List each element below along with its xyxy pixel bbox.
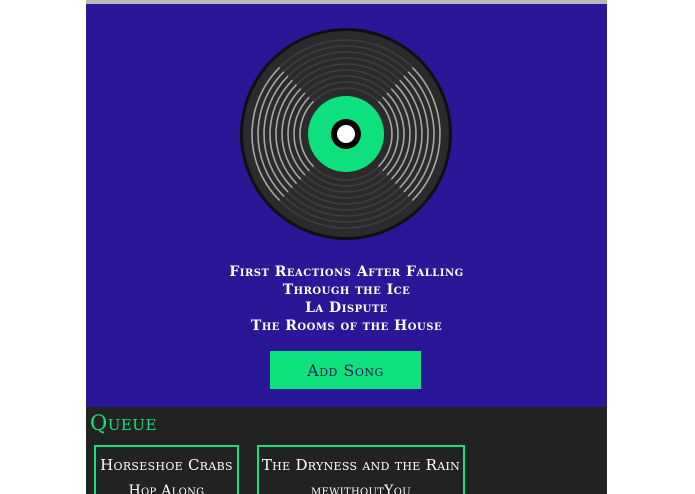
add-song-button[interactable]: Add Song xyxy=(270,351,421,389)
track-album: The Rooms of the House xyxy=(250,318,443,334)
queue-item-artist: mewithoutYou xyxy=(311,483,411,494)
queue-item[interactable]: Horseshoe Crabs Hop Along xyxy=(94,445,239,494)
now-playing-panel: First Reactions After Falling Through th… xyxy=(86,4,607,407)
queue-item-title: Horseshoe Crabs xyxy=(100,456,233,474)
queue-item[interactable]: The Dryness and the Rain mewithoutYou xyxy=(257,445,465,494)
track-title-line1: First Reactions After Falling xyxy=(229,264,464,280)
music-app: First Reactions After Falling Through th… xyxy=(86,0,607,494)
queue-panel: Queue Horseshoe Crabs Hop Along The Dryn… xyxy=(86,407,607,494)
queue-item-artist: Hop Along xyxy=(128,483,205,494)
vinyl-record-icon xyxy=(240,28,452,240)
track-title-line2: Through the Ice xyxy=(282,282,411,298)
queue-item-title: The Dryness and the Rain xyxy=(261,456,461,474)
queue-title: Queue xyxy=(90,411,157,435)
track-artist: La Dispute xyxy=(305,300,388,316)
